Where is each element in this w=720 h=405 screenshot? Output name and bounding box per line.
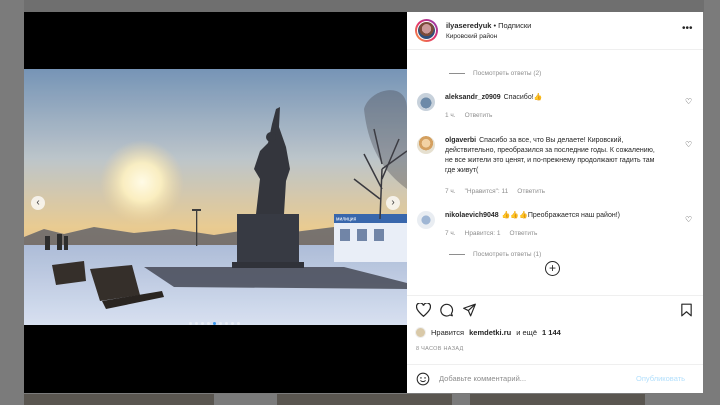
likes-count[interactable]: 1 144 xyxy=(542,328,561,337)
comment-meta: 7 ч. Нравится: 1 Ответить xyxy=(445,230,537,237)
post-location[interactable]: Кировский район xyxy=(446,33,497,40)
background-thumbnail xyxy=(24,394,214,405)
reply-button[interactable]: Ответить xyxy=(517,188,545,195)
heart-icon[interactable]: ♡ xyxy=(685,97,692,106)
comment-time[interactable]: 7 ч. xyxy=(445,188,456,195)
follow-status-button[interactable]: Подписки xyxy=(498,21,531,30)
emoji-icon[interactable] xyxy=(416,372,430,386)
commenter-avatar[interactable] xyxy=(417,136,435,154)
chevron-left-icon[interactable]: ‹ xyxy=(31,196,45,210)
comment-username[interactable]: nikolaevich9048 xyxy=(445,212,499,219)
carousel-indicator xyxy=(189,322,240,325)
reply-button[interactable]: Ответить xyxy=(510,230,538,237)
heart-icon[interactable] xyxy=(416,303,431,317)
more-horizontal-icon[interactable]: ••• xyxy=(682,23,693,34)
bookmark-icon[interactable] xyxy=(680,303,693,317)
post-photo: милиция xyxy=(24,69,407,325)
carousel-dot xyxy=(231,322,234,325)
carousel-dot xyxy=(195,322,198,325)
comment-meta: 7 ч. "Нравится": 11 Ответить xyxy=(445,188,545,195)
carousel-dot xyxy=(207,322,210,325)
heart-icon[interactable]: ♡ xyxy=(685,215,692,224)
likes-summary: Нравится kemdetki.ru и ещё 1 144 xyxy=(415,327,561,338)
view-replies-button[interactable]: Посмотреть ответы (1) xyxy=(449,251,541,258)
background-thumbnail xyxy=(277,394,452,405)
comment-meta: 1 ч. Ответить xyxy=(445,112,492,119)
post-header: ilyaseredyuk • Подписки Кировский район ••… xyxy=(407,12,703,50)
post-modal: милиция ‹ › ilyaseredyuk • Подписки Киро… xyxy=(24,12,703,393)
author-avatar[interactable] xyxy=(415,19,438,42)
comment-time[interactable]: 1 ч. xyxy=(445,112,456,119)
likes-prefix: Нравится xyxy=(431,328,465,337)
likes-suffix: и ещё xyxy=(516,328,538,337)
comments-list: Посмотреть ответы (2) aleksandr_z0909 Спа… xyxy=(407,50,703,294)
author-line: ilyaseredyuk • Подписки xyxy=(446,21,531,30)
carousel-dot xyxy=(225,322,228,325)
comment-username[interactable]: aleksandr_z0909 xyxy=(445,94,501,101)
background-thumbnail xyxy=(470,394,645,405)
post-side-panel: ilyaseredyuk • Подписки Кировский район ••… xyxy=(407,12,703,393)
carousel-dot-active xyxy=(213,322,216,325)
comment-likes[interactable]: "Нравится": 11 xyxy=(465,188,509,195)
comment-icon[interactable] xyxy=(439,303,454,317)
chevron-right-icon[interactable]: › xyxy=(386,196,400,210)
carousel-dot xyxy=(237,322,240,325)
comment-text: aleksandr_z0909 Спасибо!👍 xyxy=(445,94,543,101)
comment-input[interactable]: Добавьте комментарий... xyxy=(439,374,526,383)
liker-avatar[interactable] xyxy=(415,327,426,338)
comment-time[interactable]: 7 ч. xyxy=(445,230,456,237)
reply-button[interactable]: Ответить xyxy=(465,112,493,119)
carousel-dot xyxy=(201,322,204,325)
comment-text: olgaverbi Спасибо за все, что Вы делаете!… xyxy=(445,137,655,174)
comment-likes[interactable]: Нравится: 1 xyxy=(465,230,501,237)
view-replies-button[interactable]: Посмотреть ответы (2) xyxy=(449,70,541,77)
add-comment-bar: Добавьте комментарий... Опубликовать xyxy=(407,364,703,393)
heart-icon[interactable]: ♡ xyxy=(685,140,692,149)
post-media: милиция ‹ › xyxy=(24,12,407,393)
separator-dot: • xyxy=(493,21,497,30)
author-username[interactable]: ilyaseredyuk xyxy=(446,21,491,30)
carousel-dot xyxy=(219,322,222,325)
carousel-dot xyxy=(189,322,192,325)
liker-username[interactable]: kemdetki.ru xyxy=(469,328,511,337)
plus-circle-icon[interactable]: + xyxy=(545,261,560,276)
comment-text: nikolaevich9048 👍👍👍Преображается наш райо… xyxy=(445,212,621,219)
background-feed-strip xyxy=(24,0,704,12)
commenter-avatar[interactable] xyxy=(417,211,435,229)
post-actions-bar xyxy=(407,295,703,323)
commenter-avatar[interactable] xyxy=(417,93,435,111)
comment-username[interactable]: olgaverbi xyxy=(445,137,476,144)
publish-button[interactable]: Опубликовать xyxy=(636,374,685,383)
post-timestamp[interactable]: 8 ЧАСОВ НАЗАД xyxy=(416,346,464,352)
share-icon[interactable] xyxy=(462,303,477,317)
